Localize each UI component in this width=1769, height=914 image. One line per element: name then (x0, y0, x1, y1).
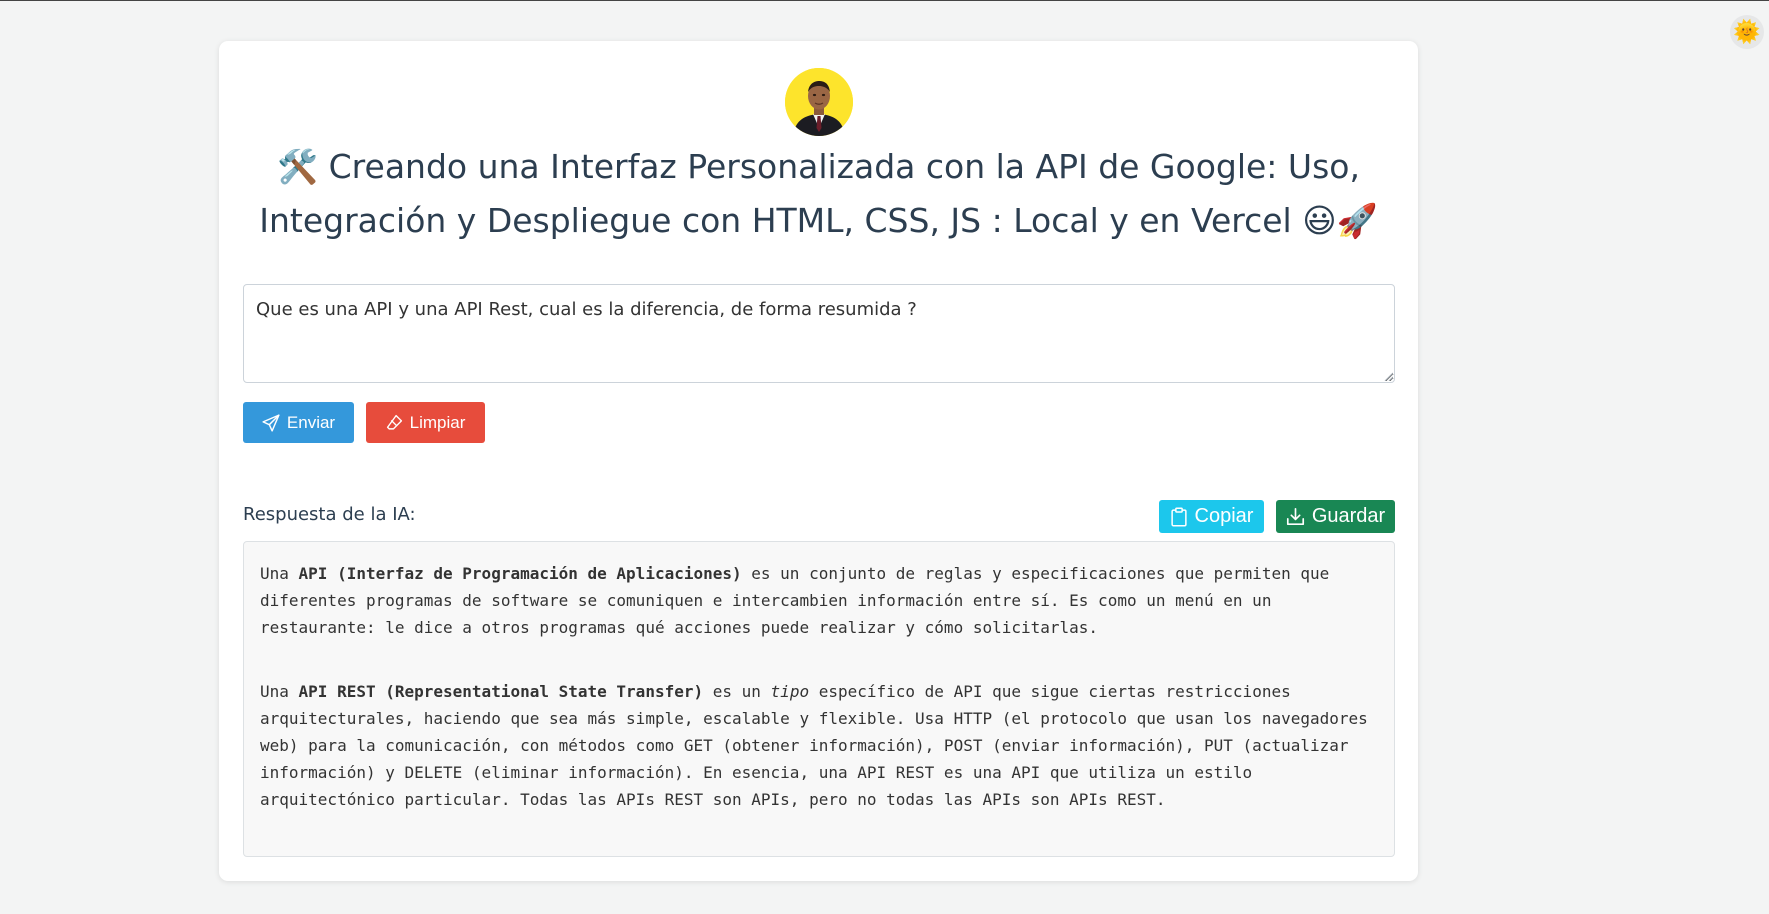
page-title-line-2: Integración y Despliegue con HTML, CSS, … (259, 201, 1378, 240)
response-bold-text: API (Interfaz de Programación de Aplicac… (298, 564, 742, 583)
response-output: Una API (Interfaz de Programación de Apl… (243, 541, 1395, 857)
clear-button-label: Limpiar (409, 412, 466, 432)
response-text: Una (260, 564, 299, 583)
page-title-line-1: 🛠️ Creando una Interfaz Personalizada co… (277, 147, 1360, 186)
response-text: específico de API que sigue ciertas rest… (260, 682, 1368, 809)
prompt-textarea[interactable]: Que es una API y una API Rest, cual es l… (243, 284, 1395, 383)
response-italic-text: tipo (770, 682, 810, 701)
response-text: es un (703, 682, 771, 701)
theme-toggle-button[interactable]: 🌞 (1730, 15, 1764, 49)
response-paragraph: Una API (Interfaz de Programación de Apl… (260, 560, 1378, 641)
sun-icon: 🌞 (1733, 19, 1761, 44)
send-button-label: Enviar (286, 412, 336, 432)
save-button-label: Guardar (1311, 505, 1386, 527)
send-icon (262, 413, 280, 432)
response-bold-text: API REST (Representational State Transfe… (298, 682, 704, 701)
send-button[interactable]: Enviar (243, 402, 354, 443)
main-card: 🛠️ Creando una Interfaz Personalizada co… (219, 41, 1418, 881)
clear-button[interactable]: Limpiar (366, 402, 485, 443)
response-heading: Respuesta de la IA: (243, 504, 416, 525)
eraser-icon (386, 414, 402, 430)
copy-button[interactable]: Copiar (1159, 500, 1264, 533)
response-paragraph: Una API REST (Representational State Tra… (260, 678, 1378, 813)
clipboard-icon (1170, 507, 1187, 526)
copy-button-label: Copiar (1194, 505, 1254, 527)
resize-grip-icon[interactable] (1383, 371, 1393, 381)
download-icon (1286, 507, 1304, 526)
save-button[interactable]: Guardar (1276, 500, 1395, 533)
avatar (785, 68, 853, 136)
person-portrait-icon (785, 68, 853, 136)
page-title: 🛠️ Creando una Interfaz Personalizada co… (219, 140, 1418, 248)
response-text: Una (260, 682, 299, 701)
